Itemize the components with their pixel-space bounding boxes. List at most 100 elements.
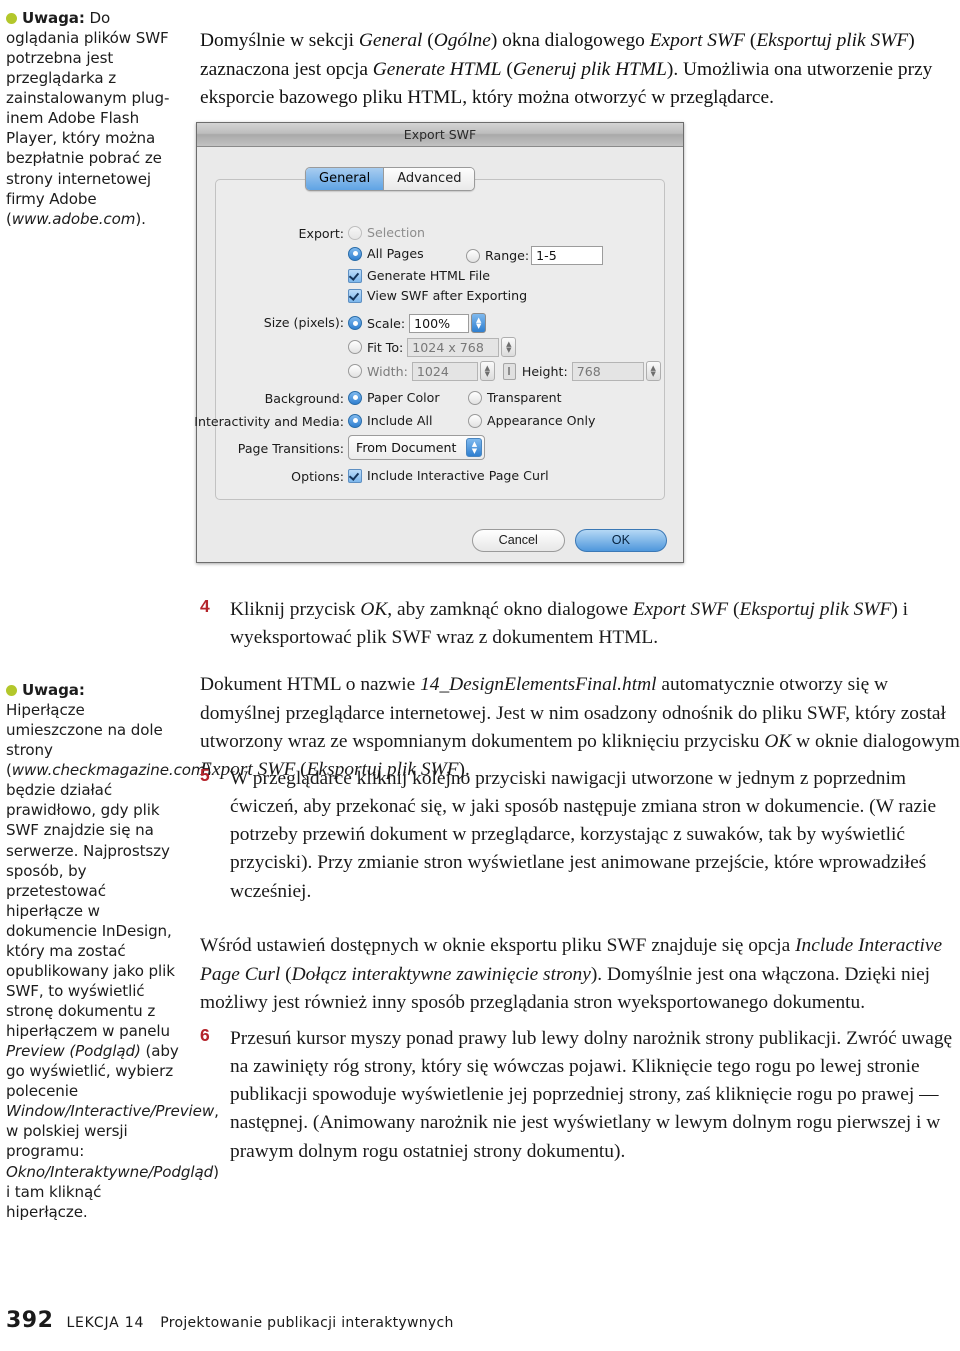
dialog-titlebar: Export SWF	[197, 123, 683, 147]
width-input[interactable]: 1024	[411, 361, 478, 381]
s4-i2: Export SWF	[632, 599, 729, 620]
intro-s1: Domyślnie w sekcji	[200, 30, 359, 52]
height-stepper[interactable]: ▲ ▼	[645, 361, 661, 381]
checkbox-row-view-swf[interactable]: View SWF after Exporting	[348, 288, 527, 303]
note-bullet-icon	[6, 13, 17, 24]
radio-row-transparent[interactable]: Transparent	[468, 390, 562, 405]
intro-s4: (	[745, 30, 757, 52]
range-input[interactable]: 1-5	[531, 246, 604, 265]
radio-row-all-pages[interactable]: All Pages	[348, 246, 424, 261]
radio-include-all-icon[interactable]	[348, 413, 362, 428]
intro-i2: Ogólne	[433, 30, 491, 52]
sidenote-italic-menu-pl: Okno/Interaktywne/Podgląd	[6, 1162, 214, 1181]
s4-s1: Kliknij przycisk	[230, 599, 361, 620]
intro-i6: Generuj plik HTML	[512, 58, 667, 80]
radio-row-selection[interactable]: Selection	[348, 225, 425, 240]
a5-s1: Wśród ustawień dostępnych w oknie ekspor…	[200, 935, 796, 957]
label-interactivity-media: Interactivity and Media:	[194, 414, 344, 429]
sidenote-label: Uwaga:	[22, 681, 85, 699]
label-background: Background:	[264, 391, 344, 406]
page-transitions-row[interactable]: From Document ▲ ▼	[348, 435, 486, 460]
label-options: Options:	[291, 469, 344, 484]
ok-button[interactable]: OK	[574, 529, 667, 552]
radio-row-range[interactable]: Range: 1-5	[466, 246, 604, 265]
radio-appearance-only-label: Appearance Only	[487, 413, 596, 428]
intro-s3: ) okna dialogowego	[490, 30, 650, 52]
radio-range-icon[interactable]	[466, 248, 480, 263]
radio-scale-icon[interactable]	[348, 316, 362, 330]
checkbox-generate-html-icon[interactable]	[348, 268, 362, 283]
intro-s6: (	[501, 58, 513, 80]
checkbox-view-swf-label: View SWF after Exporting	[367, 288, 528, 303]
radio-transparent-icon[interactable]	[468, 390, 482, 405]
radio-row-paper-color[interactable]: Paper Color	[348, 390, 440, 405]
radio-selection-label: Selection	[367, 225, 426, 240]
note-bullet-icon	[6, 685, 17, 696]
dialog-panel: Export: Selection All Pages Range: 1-5 G…	[194, 179, 665, 500]
intro-paragraph: Domyślnie w sekcji General (Ogólne) okna…	[200, 27, 960, 111]
a4-s1: Dokument HTML o nazwie	[200, 674, 421, 696]
tab-general[interactable]: General	[306, 168, 384, 190]
radio-appearance-only-icon[interactable]	[468, 413, 482, 428]
link-dimensions-icon[interactable]	[502, 362, 516, 380]
label-height: Height:	[521, 363, 568, 379]
page-transitions-select[interactable]: From Document ▲ ▼	[348, 435, 486, 460]
height-input[interactable]: 768	[571, 361, 644, 381]
radio-all-pages-icon[interactable]	[348, 246, 362, 261]
step-5: 5 W przeglądarce kliknij kolejno przycis…	[200, 765, 960, 906]
intro-s2: (	[422, 30, 434, 52]
footer-chapter-title: Projektowanie publikacji interaktywnych	[160, 1315, 454, 1331]
scale-input[interactable]: 100%	[409, 313, 470, 333]
fit-to-input[interactable]: 1024 x 768	[407, 337, 500, 357]
checkbox-view-swf-icon[interactable]	[348, 288, 362, 303]
tab-advanced[interactable]: Advanced	[383, 168, 475, 190]
s4-s3: (	[728, 599, 740, 620]
sidenote-italic-menu-en: Window/Interactive/Preview	[6, 1102, 215, 1121]
page-transitions-value: From Document	[356, 440, 457, 455]
step-4-body: Kliknij przycisk OK, aby zamknąć okno di…	[230, 596, 960, 652]
radio-row-width-height[interactable]: Width: 1024 ▲ ▼ Height: 768 ▲ ▼	[348, 361, 661, 381]
intro-i3: Export SWF	[649, 30, 746, 52]
radio-row-include-all[interactable]: Include All	[348, 413, 432, 428]
sidenote-hyperlink: Uwaga: Hiperłącze umieszczone na dole st…	[6, 680, 219, 1222]
sidenote-seg2: ) będzie działać prawidłowo, gdy plik SW…	[6, 761, 212, 1041]
dialog-body: General Advanced Export: Selection All P…	[194, 147, 683, 562]
radio-paper-color-label: Paper Color	[367, 390, 440, 405]
sidenote-italic-preview: Preview (Podgląd)	[6, 1042, 141, 1061]
checkbox-page-curl-label: Include Interactive Page Curl	[367, 468, 549, 483]
width-stepper[interactable]: ▲ ▼	[479, 361, 495, 381]
label-page-transitions: Page Transitions:	[237, 441, 344, 456]
a4-i1: 14_DesignElementsFinal.html	[420, 674, 657, 696]
radio-paper-color-icon[interactable]	[348, 390, 362, 405]
a5-s2: (	[280, 963, 292, 985]
chevron-up-down-icon: ▲ ▼	[466, 438, 483, 457]
sidenote-italic-url: www.checkmagazine.com	[11, 761, 206, 780]
checkbox-row-generate-html[interactable]: Generate HTML File	[348, 268, 490, 283]
radio-fit-to-label: Fit To:	[367, 339, 404, 355]
checkbox-page-curl-icon[interactable]	[348, 468, 362, 483]
intro-i5: Generate HTML	[372, 58, 502, 80]
radio-scale-label: Scale:	[367, 315, 406, 331]
checkbox-row-page-curl[interactable]: Include Interactive Page Curl	[348, 468, 549, 483]
radio-row-fit-to[interactable]: Fit To: 1024 x 768 ▲ ▼	[348, 337, 517, 357]
step-4: 4 Kliknij przycisk OK, aby zamknąć okno …	[200, 596, 960, 652]
cancel-button[interactable]: Cancel	[471, 529, 565, 552]
sidenote-flash-player: Uwaga: Do oglądania plików SWF potrzebna…	[6, 8, 184, 229]
radio-row-scale[interactable]: Scale: 100% ▲ ▼	[348, 313, 487, 333]
sidenote-text: Do oglądania plików SWF potrzebna jest p…	[6, 9, 170, 228]
dialog-tab-bar: General Advanced	[305, 167, 476, 191]
step-5-body: W przeglądarce kliknij kolejno przyciski…	[230, 768, 937, 902]
a5-i2: Dołącz interaktywne zawinięcie strony	[291, 963, 591, 985]
step-number: 6	[200, 1025, 210, 1045]
radio-row-appearance-only[interactable]: Appearance Only	[468, 413, 595, 428]
radio-fit-to-icon[interactable]	[348, 340, 362, 354]
fit-to-stepper[interactable]: ▲ ▼	[501, 337, 517, 357]
intro-i1: General	[358, 30, 423, 52]
a4-s3: w oknie dialogowym	[791, 730, 960, 752]
radio-include-all-label: Include All	[367, 413, 433, 428]
label-width: Width:	[367, 363, 408, 379]
scale-stepper[interactable]: ▲ ▼	[471, 313, 487, 333]
radio-selection-icon[interactable]	[348, 225, 362, 240]
radio-width-icon[interactable]	[348, 364, 362, 378]
step-number: 5	[200, 765, 210, 785]
